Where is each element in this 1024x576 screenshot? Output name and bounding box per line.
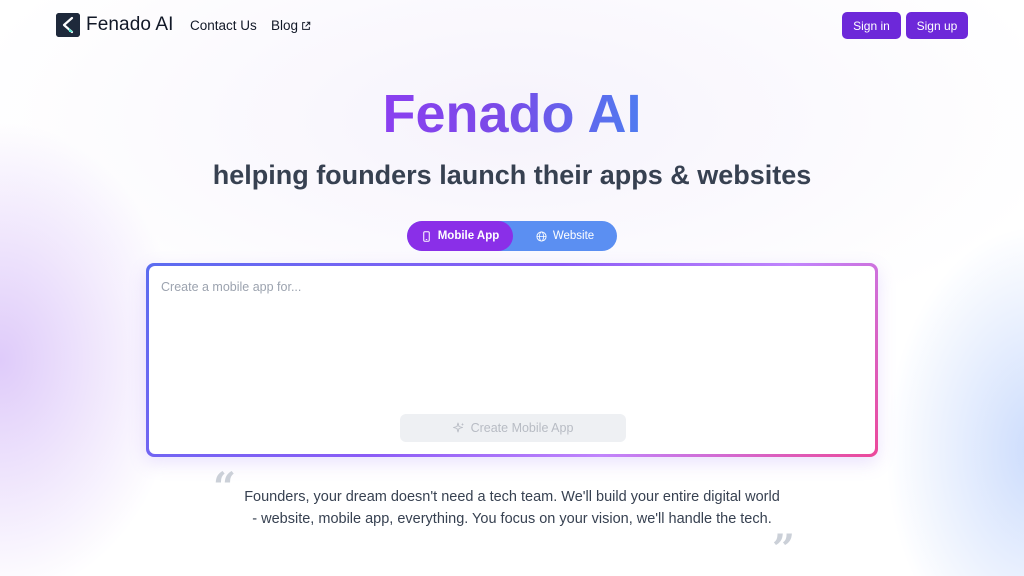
create-mobile-app-label: Create Mobile App	[470, 421, 574, 435]
nav-blog-link[interactable]: Blog	[271, 18, 311, 33]
hero-title-text: Fenado AI	[382, 84, 642, 144]
nav-blog-label: Blog	[271, 18, 299, 33]
toggle-website-label: Website	[552, 230, 595, 242]
site-header: Fenado AI Contact Us Blog Sign in Sign u…	[0, 0, 1024, 52]
app-type-toggle: Mobile App Website	[407, 221, 617, 251]
globe-icon	[536, 230, 547, 242]
sparkles-icon	[452, 422, 464, 433]
hero-subtitle: helping founders launch their apps & web…	[212, 160, 812, 190]
prompt-input[interactable]	[161, 280, 861, 410]
quote-open-icon: “	[213, 464, 237, 511]
external-link-icon	[302, 21, 311, 30]
prompt-card-inner: Create Mobile App	[149, 266, 875, 454]
sign-in-button[interactable]: Sign in	[842, 12, 901, 39]
create-mobile-app-button[interactable]: Create Mobile App	[400, 414, 626, 442]
founder-quote: Founders, your dream doesn't need a tech…	[244, 489, 780, 527]
brand-logo-icon[interactable]	[56, 13, 80, 37]
toggle-website[interactable]: Website	[513, 221, 617, 251]
toggle-mobile-app-label: Mobile App	[437, 230, 500, 242]
brand-name[interactable]: Fenado AI	[86, 14, 174, 36]
prompt-card: Create Mobile App	[146, 263, 878, 457]
quote-close-icon: ”	[772, 526, 796, 573]
toggle-mobile-app[interactable]: Mobile App	[407, 221, 513, 251]
sign-up-button[interactable]: Sign up	[906, 12, 968, 39]
hero-title: Fenado AI	[0, 84, 1024, 144]
smartphone-icon	[422, 230, 430, 242]
nav-contact-link[interactable]: Contact Us	[190, 18, 257, 33]
landing-page: Fenado AI Contact Us Blog Sign in Sign u…	[0, 0, 1024, 576]
